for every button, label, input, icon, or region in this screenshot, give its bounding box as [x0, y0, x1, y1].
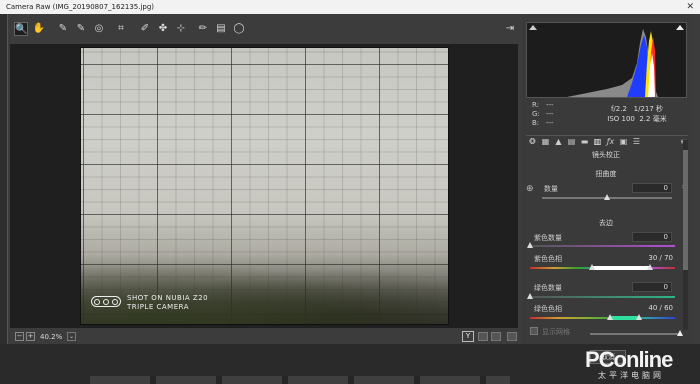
photo-watermark: SHOT ON NUBIA Z20 TRIPLE CAMERA — [91, 294, 208, 312]
preview-settings-button[interactable] — [507, 332, 517, 341]
green-hue-slider[interactable] — [530, 314, 675, 320]
section-title: 镜头校正 — [592, 151, 620, 159]
camera-info: f/2.2 1/217 秒 ISO 100 2.2 毫米 — [592, 104, 682, 124]
graduated-filter-tool-icon[interactable]: ▤ — [214, 22, 228, 36]
panel-scrollbar-thumb[interactable] — [683, 150, 688, 270]
red-eye-tool-icon[interactable]: ⊹ — [174, 22, 188, 36]
left-rail — [0, 14, 8, 344]
purple-amount-field[interactable]: 0 — [632, 232, 672, 242]
purple-hue-knob-high[interactable] — [647, 264, 654, 270]
tab-tone-curve-icon[interactable]: ▦ — [541, 137, 550, 146]
crop-tool-icon[interactable]: ⌗ — [114, 22, 128, 36]
title-bar: Camera Raw (IMG_20190807_162135.jpg) ✕ — [0, 0, 700, 14]
green-hue-knob-high[interactable] — [635, 314, 642, 320]
show-grid-label: 显示网格 — [542, 328, 570, 336]
r-label: R: — [532, 101, 540, 109]
histogram — [526, 22, 687, 98]
purple-hue-knob-low[interactable] — [589, 264, 596, 270]
tab-basic-icon[interactable]: ❂ — [528, 137, 537, 146]
straighten-tool-icon[interactable]: ✐ — [138, 22, 152, 36]
purple-hue-label: 紫色色相 — [534, 255, 562, 263]
tab-hsl-icon[interactable]: ▤ — [567, 137, 576, 146]
iso: ISO 100 — [607, 115, 635, 123]
green-amount-label: 绿色数量 — [534, 284, 562, 292]
camera-raw-window: Camera Raw (IMG_20190807_162135.jpg) ✕ 🔍… — [0, 0, 700, 384]
tab-lens-corrections-icon[interactable]: ▥ — [593, 137, 602, 146]
color-sampler-tool-icon[interactable]: ✎ — [74, 22, 88, 36]
preview-swap-button[interactable] — [478, 332, 488, 341]
shutter-speed: 1/217 秒 — [633, 105, 664, 113]
panel-scrollbar[interactable] — [683, 140, 688, 330]
zoom-in-button[interactable]: + — [26, 332, 35, 341]
purple-hue-value: 30 / 70 — [648, 254, 673, 262]
tab-detail-icon[interactable]: ▲ — [554, 137, 563, 146]
distortion-amount-slider[interactable] — [542, 194, 672, 200]
distortion-amount-label: 数量 — [544, 185, 558, 193]
white-balance-tool-icon[interactable]: ✎ — [56, 22, 70, 36]
tab-camera-calibration-icon[interactable]: ▣ — [619, 137, 628, 146]
green-hue-label: 绿色色相 — [534, 305, 562, 313]
green-amount-knob[interactable] — [527, 293, 533, 299]
photo-moss-area — [81, 254, 448, 324]
filmstrip-edge — [90, 376, 510, 384]
purple-amount-label: 紫色数量 — [534, 234, 562, 242]
zoom-level: 40.2% — [40, 333, 63, 341]
green-amount-field[interactable]: 0 — [632, 282, 672, 292]
window-title: Camera Raw (IMG_20190807_162135.jpg) — [6, 3, 155, 11]
b-label: B: — [532, 119, 540, 127]
histogram-graph — [567, 29, 658, 97]
watermark-line2: TRIPLE CAMERA — [127, 303, 189, 311]
distortion-amount-knob[interactable] — [604, 194, 610, 200]
right-panel: R: --- G: --- B: --- f/2.2 1/217 秒 ISO 100 … — [522, 14, 692, 344]
tab-presets-icon[interactable]: ☰ — [632, 137, 641, 146]
targeted-adjustment-tool-icon[interactable]: ◎ — [92, 22, 106, 36]
before-after-toggle[interactable]: Y — [462, 331, 474, 342]
green-amount-slider[interactable] — [527, 293, 675, 299]
g-label: G: — [532, 110, 540, 118]
grid-target-icon[interactable]: ⊕ — [526, 184, 534, 194]
triple-camera-logo-icon — [91, 296, 121, 307]
zoom-tool-icon[interactable]: 🔍 — [14, 22, 28, 36]
hand-tool-icon[interactable]: ✋ — [32, 22, 46, 36]
tab-split-toning-icon[interactable]: ▬ — [580, 137, 589, 146]
focal-length: 2.2 毫米 — [639, 115, 667, 123]
green-hue-knob-low[interactable] — [606, 314, 613, 320]
defringe-heading: 去边 — [599, 219, 613, 227]
photo-preview[interactable]: SHOT ON NUBIA Z20 TRIPLE CAMERA — [80, 47, 449, 325]
r-value: --- — [546, 101, 554, 109]
panel-tabs: ❂ ▦ ▲ ▤ ▬ ▥ ƒx ▣ ☰ ≡ — [526, 135, 688, 147]
status-bar: − + 40.2% ⌄ Y — [10, 330, 520, 344]
aperture: f/2.2 — [610, 105, 627, 113]
zoom-out-button[interactable]: − — [15, 332, 24, 341]
tool-bar: 🔍 ✋ ✎ ✎ ◎ ⌗ ✐ ✤ ⊹ ✏ ▤ ◯ — [10, 18, 520, 42]
tab-effects-icon[interactable]: ƒx — [606, 137, 615, 146]
green-hue-value: 40 / 60 — [648, 304, 673, 312]
radial-filter-tool-icon[interactable]: ◯ — [232, 22, 246, 36]
distortion-amount-field[interactable]: 0 — [632, 183, 672, 193]
close-icon[interactable]: ✕ — [686, 0, 694, 14]
adjustment-brush-tool-icon[interactable]: ✏ — [196, 22, 210, 36]
zoom-dropdown[interactable]: ⌄ — [67, 332, 76, 341]
g-value: --- — [546, 110, 554, 118]
watermark-line1: SHOT ON NUBIA Z20 — [127, 294, 209, 302]
distortion-heading: 扭曲度 — [595, 170, 617, 178]
purple-amount-knob[interactable] — [527, 242, 533, 248]
spot-removal-tool-icon[interactable]: ✤ — [156, 22, 170, 36]
show-grid-checkbox[interactable] — [530, 327, 538, 335]
pconline-logo-subtitle: 太平洋电脑网 — [598, 371, 664, 380]
b-value: --- — [546, 119, 554, 127]
export-icon[interactable]: ⇥ — [503, 22, 517, 36]
grid-size-knob[interactable] — [677, 330, 683, 336]
rgb-readout: R: --- G: --- B: --- — [532, 101, 560, 128]
grid-size-slider[interactable] — [590, 330, 683, 336]
preview-copy-button[interactable] — [491, 332, 501, 341]
purple-hue-slider[interactable] — [530, 264, 675, 270]
purple-amount-slider[interactable] — [527, 242, 675, 248]
show-grid-toggle[interactable]: 显示网格 — [530, 327, 570, 337]
